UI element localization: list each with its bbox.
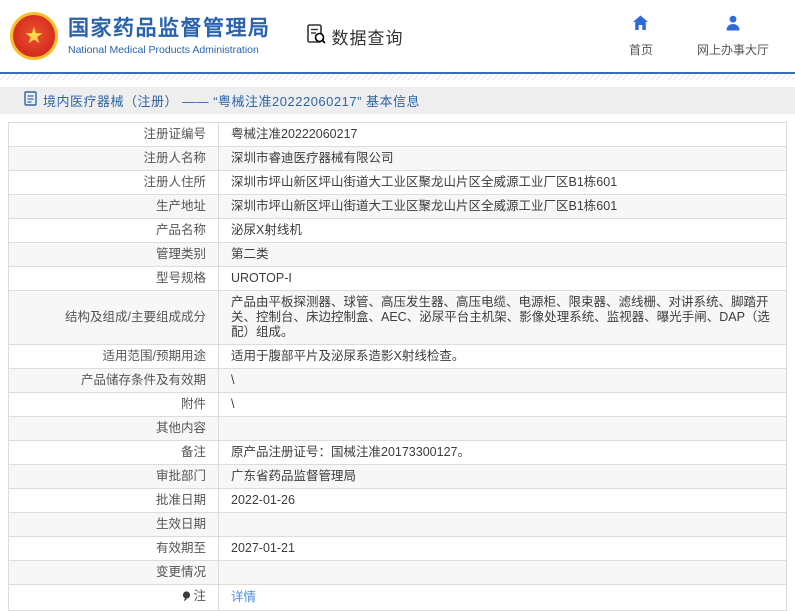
row-value: 深圳市坪山新区坪山街道大工业区聚龙山片区全威源工业厂区B1栋601 xyxy=(219,171,787,195)
table-row: 管理类别 第二类 xyxy=(9,243,787,267)
emblem-star-glyph: ★ xyxy=(24,25,44,47)
row-value: 适用于腹部平片及泌尿系造影X射线检查。 xyxy=(219,345,787,369)
row-label: 审批部门 xyxy=(9,465,219,489)
row-value: 产品由平板探测器、球管、高压发生器、高压电缆、电源柜、限束器、滤线栅、对讲系统、… xyxy=(219,291,787,345)
nav-data-query[interactable]: 数据查询 xyxy=(305,23,404,50)
row-value xyxy=(219,561,787,585)
table-row: 生产地址 深圳市坪山新区坪山街道大工业区聚龙山片区全威源工业厂区B1栋601 xyxy=(9,195,787,219)
table-row: 其他内容 xyxy=(9,417,787,441)
table-row: 附件 \ xyxy=(9,393,787,417)
detail-link[interactable]: 详情 xyxy=(231,590,256,604)
row-label: 产品储存条件及有效期 xyxy=(9,369,219,393)
row-label: 注册证编号 xyxy=(9,123,219,147)
header-hatch-strip xyxy=(0,74,795,80)
row-value: 泌尿X射线机 xyxy=(219,219,787,243)
data-query-icon xyxy=(305,23,327,50)
home-icon xyxy=(632,15,649,36)
row-label: 变更情况 xyxy=(9,561,219,585)
row-label: 型号规格 xyxy=(9,267,219,291)
document-icon xyxy=(24,91,37,111)
row-value: 粤械注准20222060217 xyxy=(219,123,787,147)
table-row: 批准日期 2022-01-26 xyxy=(9,489,787,513)
row-value: 深圳市睿迪医疗器械有限公司 xyxy=(219,147,787,171)
row-label: 注册人住所 xyxy=(9,171,219,195)
site-logo[interactable]: ★ 国家药品监督管理局 National Medical Products Ad… xyxy=(10,12,271,60)
table-row: 注册证编号 粤械注准20222060217 xyxy=(9,123,787,147)
row-label: 备注 xyxy=(9,441,219,465)
org-names: 国家药品监督管理局 National Medical Products Admi… xyxy=(68,16,271,56)
row-label-text: 注 xyxy=(193,589,206,603)
row-value: 广东省药品监督管理局 xyxy=(219,465,787,489)
row-label: 其他内容 xyxy=(9,417,219,441)
org-name-en: National Medical Products Administration xyxy=(68,44,271,56)
site-header: ★ 国家药品监督管理局 National Medical Products Ad… xyxy=(0,0,795,72)
row-value: 2022-01-26 xyxy=(219,489,787,513)
row-label: 结构及组成/主要组成成分 xyxy=(9,291,219,345)
nav-hall-label: 网上办事大厅 xyxy=(697,41,769,58)
row-value: UROTOP-I xyxy=(219,267,787,291)
table-row: 型号规格 UROTOP-I xyxy=(9,267,787,291)
nav-home-label: 首页 xyxy=(629,41,653,58)
table-row: 生效日期 xyxy=(9,513,787,537)
page-title: 境内医疗器械（注册） —— “粤械注准20222060217” 基本信息 xyxy=(43,91,420,110)
row-label: 管理类别 xyxy=(9,243,219,267)
table-row: 结构及组成/主要组成成分 产品由平板探测器、球管、高压发生器、高压电缆、电源柜、… xyxy=(9,291,787,345)
row-value: \ xyxy=(219,369,787,393)
page-title-bar: 境内医疗器械（注册） —— “粤械注准20222060217” 基本信息 xyxy=(0,87,795,114)
table-row: 注 详情 xyxy=(9,585,787,611)
table-row: 注册人住所 深圳市坪山新区坪山街道大工业区聚龙山片区全威源工业厂区B1栋601 xyxy=(9,171,787,195)
nav-online-hall[interactable]: 网上办事大厅 xyxy=(697,15,769,58)
row-value: 原产品注册证号：国械注准20173300127。 xyxy=(219,441,787,465)
info-table: 注册证编号 粤械注准20222060217 注册人名称 深圳市睿迪医疗器械有限公… xyxy=(8,122,787,611)
org-name-cn: 国家药品监督管理局 xyxy=(68,16,271,41)
row-label: 生效日期 xyxy=(9,513,219,537)
row-label: 生产地址 xyxy=(9,195,219,219)
row-value: 深圳市坪山新区坪山街道大工业区聚龙山片区全威源工业厂区B1栋601 xyxy=(219,195,787,219)
table-row: 注册人名称 深圳市睿迪医疗器械有限公司 xyxy=(9,147,787,171)
table-row: 适用范围/预期用途 适用于腹部平片及泌尿系造影X射线检查。 xyxy=(9,345,787,369)
row-value: 2027-01-21 xyxy=(219,537,787,561)
table-row: 变更情况 xyxy=(9,561,787,585)
header-nav: 首页 网上办事大厅 xyxy=(629,15,777,58)
row-label: 适用范围/预期用途 xyxy=(9,345,219,369)
row-value: \ xyxy=(219,393,787,417)
row-value-note: 详情 xyxy=(219,585,787,611)
table-row: 有效期至 2027-01-21 xyxy=(9,537,787,561)
row-value xyxy=(219,513,787,537)
row-label: 附件 xyxy=(9,393,219,417)
table-row: 产品储存条件及有效期 \ xyxy=(9,369,787,393)
row-label-note: 注 xyxy=(9,585,219,611)
row-label: 注册人名称 xyxy=(9,147,219,171)
table-row: 备注 原产品注册证号：国械注准20173300127。 xyxy=(9,441,787,465)
national-emblem-icon: ★ xyxy=(10,12,58,60)
note-icon xyxy=(182,591,191,606)
row-value xyxy=(219,417,787,441)
table-row: 产品名称 泌尿X射线机 xyxy=(9,219,787,243)
row-label: 有效期至 xyxy=(9,537,219,561)
row-label: 产品名称 xyxy=(9,219,219,243)
nav-home[interactable]: 首页 xyxy=(629,15,653,58)
data-query-label: 数据查询 xyxy=(332,24,404,49)
person-icon xyxy=(725,15,741,36)
row-value: 第二类 xyxy=(219,243,787,267)
row-label: 批准日期 xyxy=(9,489,219,513)
table-row: 审批部门 广东省药品监督管理局 xyxy=(9,465,787,489)
info-table-wrapper: 注册证编号 粤械注准20222060217 注册人名称 深圳市睿迪医疗器械有限公… xyxy=(8,122,787,611)
